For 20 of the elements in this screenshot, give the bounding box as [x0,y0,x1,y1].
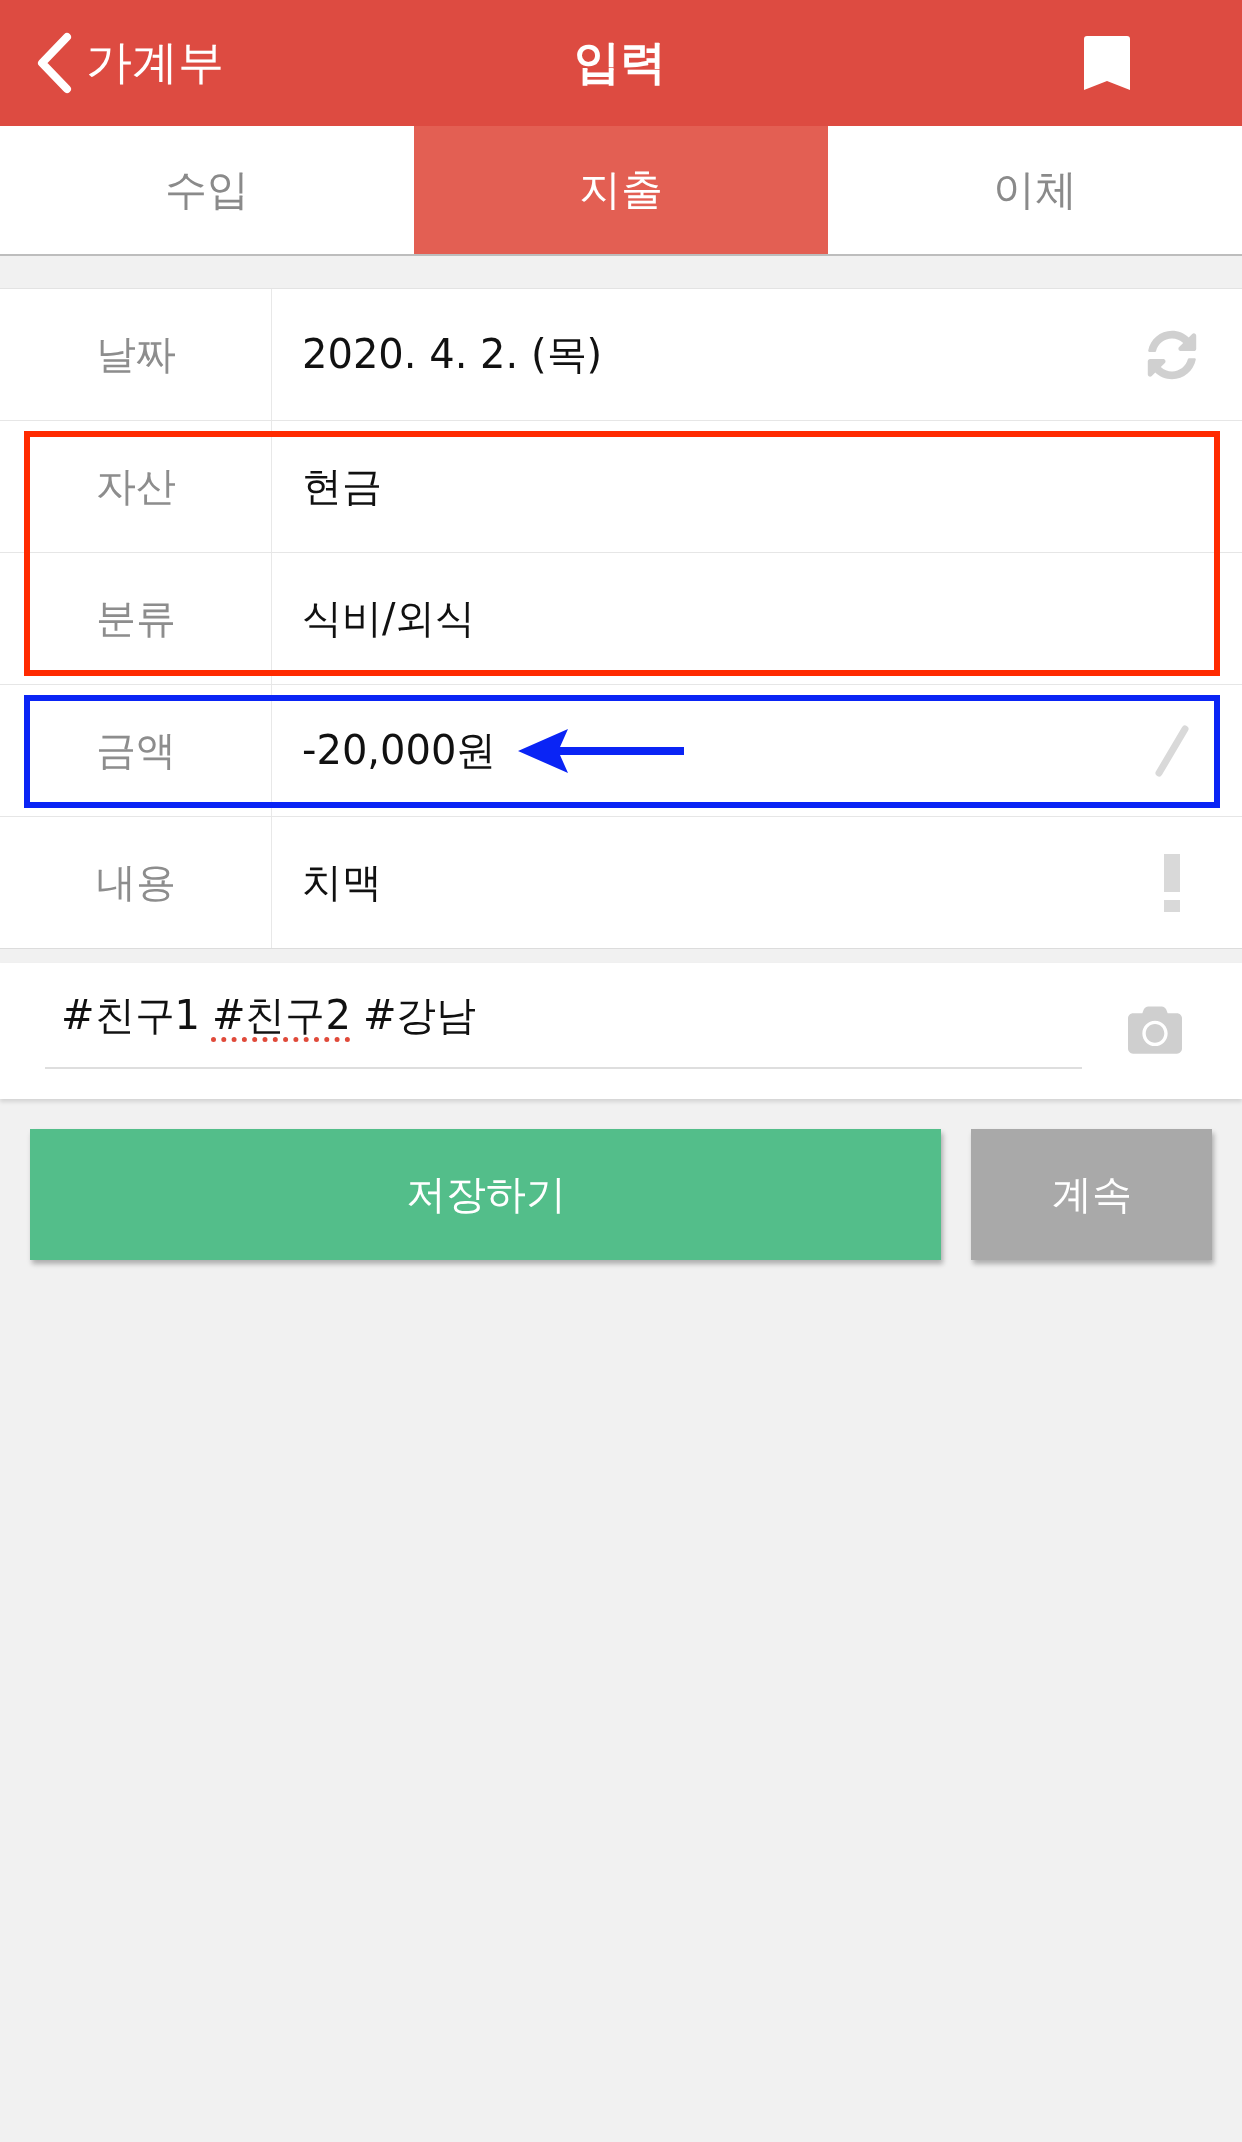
page-title: 입력 [574,34,666,91]
chevron-left-icon [36,32,72,94]
hashtag-text: #친구1 [61,990,200,1040]
field-value[interactable]: 2020. 4. 2. (목) [302,327,603,382]
field-label: 내용 [0,817,272,948]
back-button[interactable]: 가계부 [36,32,224,94]
field-value[interactable]: 식비/외식 [302,591,476,646]
field-value[interactable]: 치맥 [302,855,382,910]
hashtag-text: #친구2 [211,990,351,1040]
field-label: 자산 [0,421,272,552]
field-value[interactable]: -20,000원 [302,723,497,778]
slash-icon[interactable] [1155,724,1189,777]
refresh-icon[interactable] [1147,329,1197,380]
bookmark-icon[interactable] [1084,36,1130,90]
field-label: 분류 [0,553,272,684]
field-value[interactable]: 현금 [302,459,382,514]
exclamation-icon[interactable] [1164,853,1180,912]
hashtag-text: #강남 [362,990,477,1040]
field-label: 날짜 [0,289,272,420]
field-label: 금액 [0,685,272,816]
